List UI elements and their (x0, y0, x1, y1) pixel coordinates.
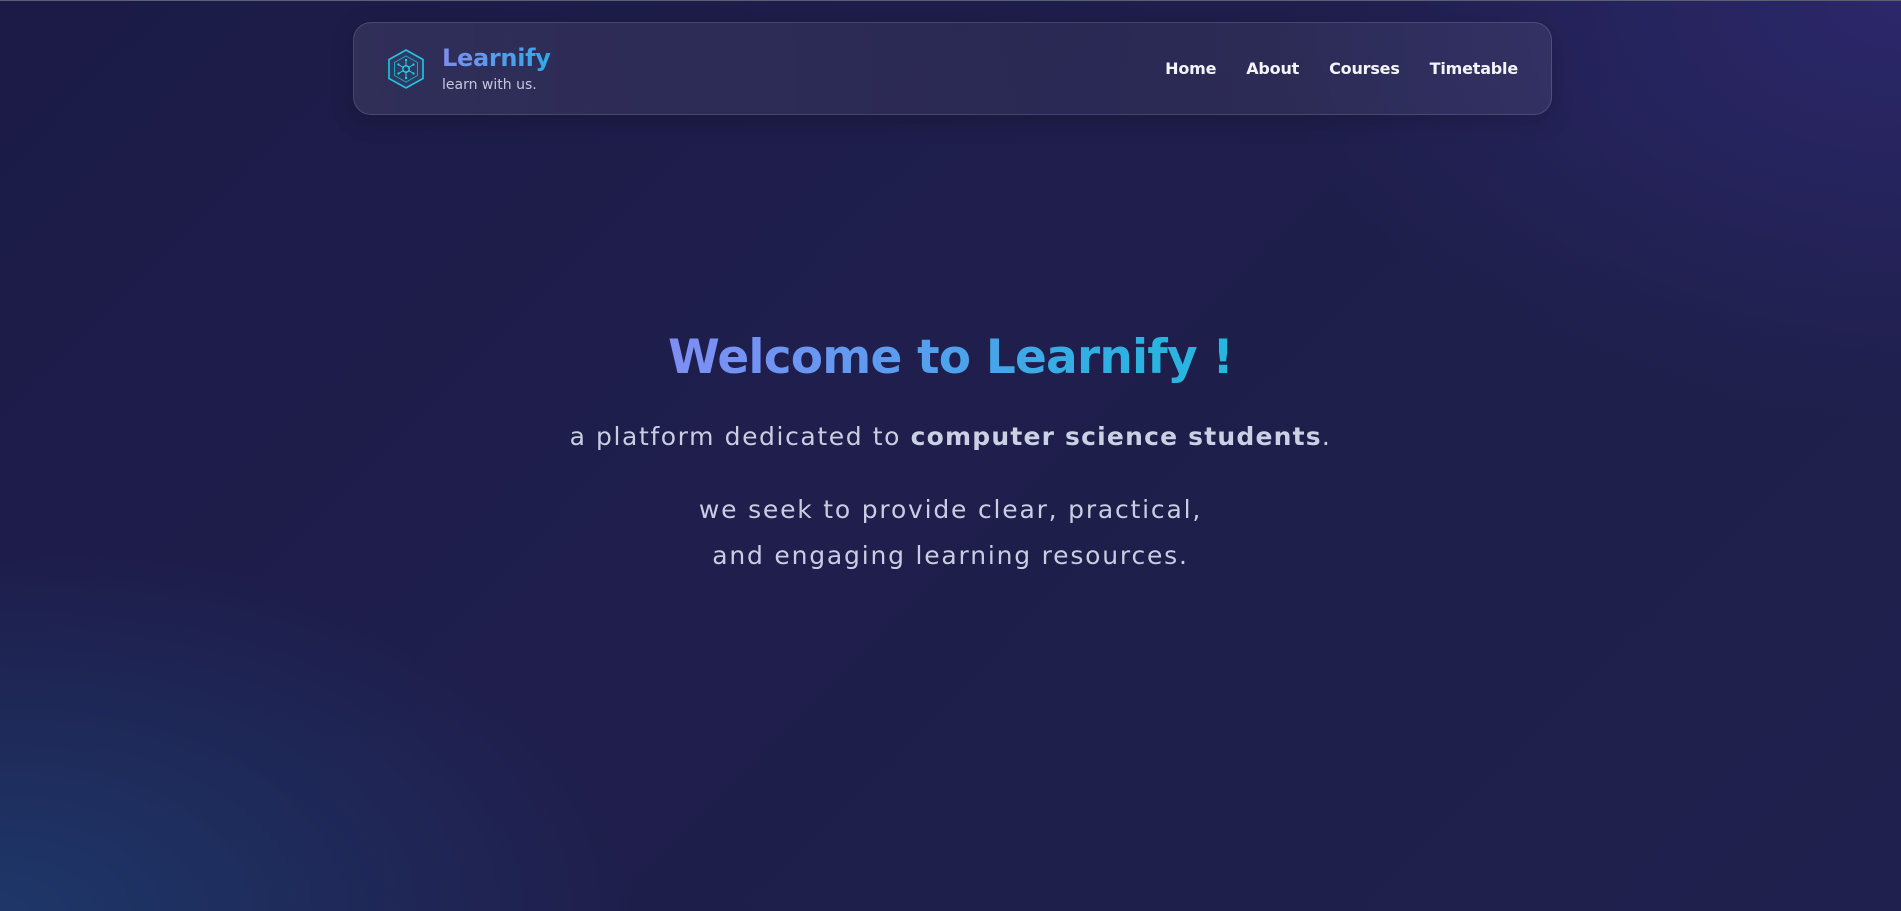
hero-description-line2: and engaging learning resources. (712, 541, 1189, 570)
hero-description: we seek to provide clear, practical, and… (0, 487, 1901, 579)
nav-link-home[interactable]: Home (1165, 59, 1216, 78)
brand[interactable]: Learnify learn with us. (385, 23, 551, 114)
hero-subtitle-prefix: a platform dedicated to (569, 422, 911, 451)
hexagon-circuit-icon (388, 48, 424, 89)
nav-link-about[interactable]: About (1246, 59, 1299, 78)
window-top-border (0, 0, 1901, 1)
hero-subtitle-emphasis: computer science students (910, 422, 1322, 451)
brand-tagline: learn with us. (442, 76, 537, 93)
nav-link-courses[interactable]: Courses (1329, 59, 1400, 78)
hero-title-text: Welcome to Learnify ! (667, 330, 1234, 385)
nav-link-timetable[interactable]: Timetable (1430, 59, 1519, 78)
nav-links: Home About Courses Timetable (1135, 23, 1518, 114)
hero-description-line1: we seek to provide clear, practical, (698, 495, 1203, 524)
navbar: Learnify learn with us. Home About Cours… (353, 22, 1552, 115)
hero-subtitle: a platform dedicated to computer science… (0, 420, 1901, 454)
hero-subtitle-suffix: . (1321, 422, 1332, 451)
brand-text: Learnify learn with us. (442, 44, 551, 94)
hero-title: Welcome to Learnify ! (0, 326, 1901, 390)
brand-name: Learnify (442, 43, 551, 72)
